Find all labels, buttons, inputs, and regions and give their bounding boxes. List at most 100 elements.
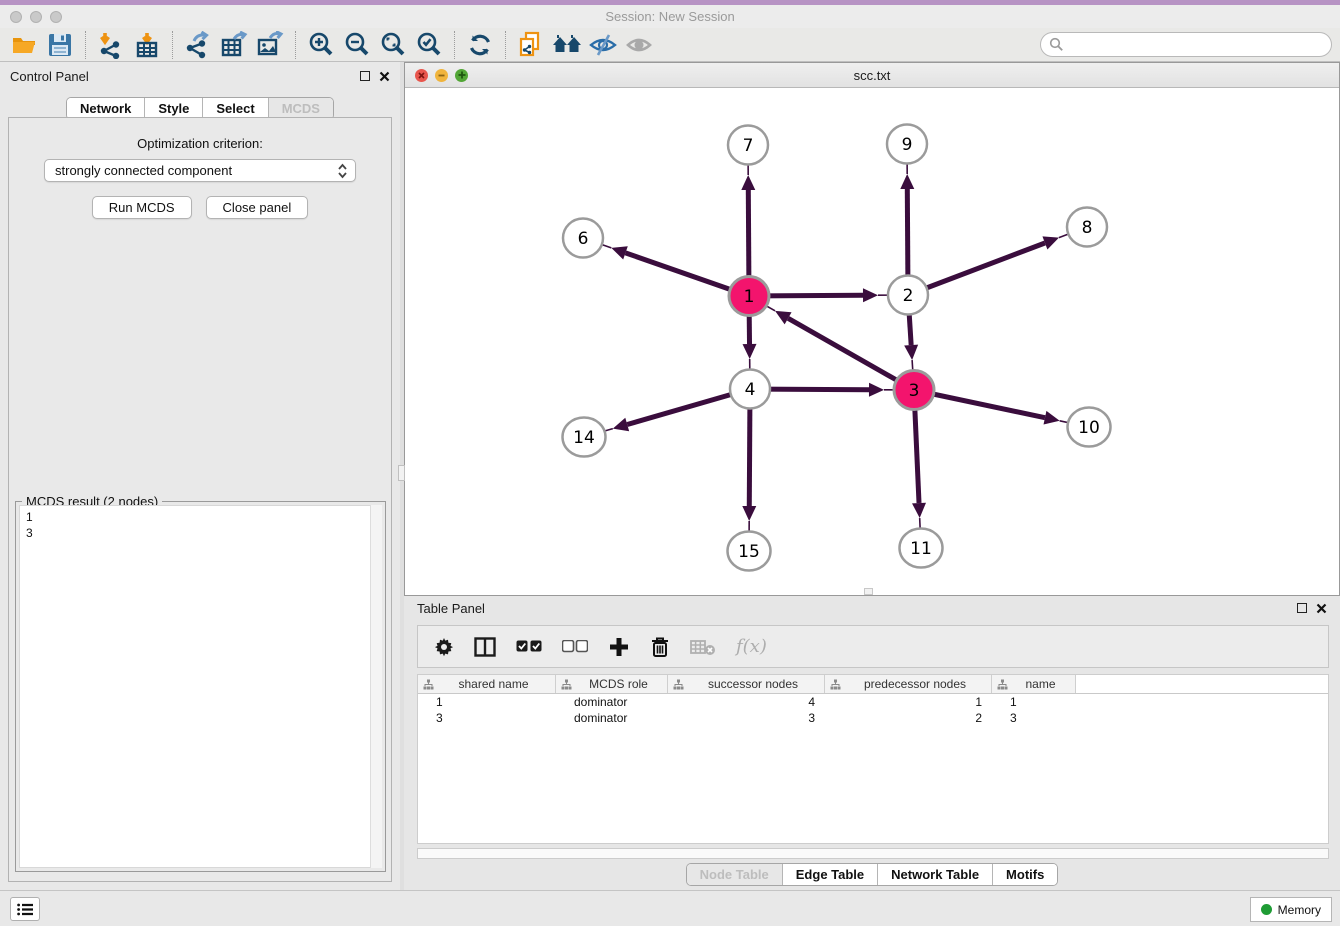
column-header-successor-nodes[interactable]: successor nodes [668,675,825,693]
edge-1-6[interactable] [583,238,749,296]
svg-text:15: 15 [738,542,760,562]
svg-text:11: 11 [910,539,932,559]
edge-3-1[interactable] [749,296,914,390]
tab-network-table[interactable]: Network Table [878,864,993,885]
svg-text:2: 2 [903,286,914,306]
cell-shared-name[interactable]: 1 [418,694,556,710]
show-columns-icon[interactable] [474,637,496,657]
export-network-icon[interactable] [180,29,216,61]
column-header-name[interactable]: name [992,675,1076,693]
cell-name[interactable]: 1 [992,694,1076,710]
result-scrollbar[interactable] [370,505,382,868]
graph-node-9[interactable]: 9 [887,125,927,164]
table-splitter-handle[interactable] [864,588,873,595]
cell-successor-nodes[interactable]: 3 [668,710,825,726]
optimization-criterion-select[interactable]: strongly connected component [44,159,356,182]
close-panel-button[interactable]: Close panel [206,196,309,219]
tab-select[interactable]: Select [203,98,268,119]
mcds-panel: Optimization criterion: strongly connect… [8,117,392,882]
open-session-icon[interactable] [6,29,42,61]
edge-1-7[interactable] [741,145,755,296]
memory-status-icon [1261,904,1272,915]
cell-successor-nodes[interactable]: 4 [668,694,825,710]
add-column-icon[interactable] [608,636,630,658]
zoom-fit-icon[interactable] [375,29,411,61]
svg-text:7: 7 [743,136,754,156]
column-label: successor nodes [690,677,824,691]
export-image-icon[interactable] [252,29,288,61]
table-options-gear-icon[interactable] [434,637,454,657]
zoom-selected-icon[interactable] [411,29,447,61]
edge-4-15[interactable] [742,389,756,551]
panel-splitter-handle[interactable] [398,465,405,481]
graph-node-10[interactable]: 10 [1068,408,1111,447]
table-horizontal-scrollbar[interactable] [417,848,1329,859]
edge-1-2[interactable] [749,288,908,302]
cell-predecessor-nodes[interactable]: 1 [825,694,992,710]
deselect-all-rows-icon[interactable] [562,640,588,653]
tab-network[interactable]: Network [67,98,145,119]
hide-selected-eye-icon[interactable] [585,29,621,61]
zoom-out-icon[interactable] [339,29,375,61]
cell-name[interactable]: 3 [992,710,1076,726]
control-panel: Control Panel NetworkStyleSelectMCDS Opt… [0,62,400,890]
edge-3-10[interactable] [914,390,1089,427]
cell-shared-name[interactable]: 3 [418,710,556,726]
window-titlebar: Session: New Session [0,5,1340,28]
graph-node-7[interactable]: 7 [728,126,768,165]
graph-node-4[interactable]: 4 [730,370,770,409]
delete-columns-trash-icon[interactable] [650,636,670,658]
tab-mcds[interactable]: MCDS [269,98,333,119]
column-header-predecessor-nodes[interactable]: predecessor nodes [825,675,992,693]
graph-node-2[interactable]: 2 [888,276,928,315]
save-session-icon[interactable] [42,29,78,61]
table-row[interactable]: 3dominator323 [418,710,1328,726]
tab-motifs[interactable]: Motifs [993,864,1057,885]
graph-node-14[interactable]: 14 [563,418,606,457]
edge-4-14[interactable] [584,389,750,437]
graph-node-15[interactable]: 15 [728,532,771,571]
edge-3-11[interactable] [912,390,926,548]
export-table-icon[interactable] [216,29,252,61]
cell-MCDS-role[interactable]: dominator [556,710,668,726]
function-builder-icon[interactable]: f(x) [736,636,767,657]
import-network-icon[interactable] [93,29,129,61]
show-selected-eye-icon[interactable] [621,29,657,61]
select-all-rows-icon[interactable] [516,640,542,653]
close-table-panel-icon[interactable] [1316,603,1327,614]
home-layout-icon[interactable] [549,29,585,61]
import-table-icon[interactable] [129,29,165,61]
memory-button[interactable]: Memory [1250,897,1332,922]
clone-network-icon[interactable] [513,29,549,61]
cell-predecessor-nodes[interactable]: 2 [825,710,992,726]
toolbar-separator [172,31,173,59]
graph-node-3[interactable]: 3 [894,371,934,410]
column-header-shared-name[interactable]: shared name [418,675,556,693]
edge-2-8[interactable] [908,227,1087,295]
column-header-MCDS-role[interactable]: MCDS role [556,675,668,693]
task-history-button[interactable] [10,897,40,921]
graph-node-11[interactable]: 11 [900,529,943,568]
table-tabs: Node TableEdge TableNetwork TableMotifs [404,863,1340,886]
table-row[interactable]: 1dominator411 [418,694,1328,710]
tab-edge-table[interactable]: Edge Table [783,864,878,885]
mcds-result-text[interactable]: 1 3 [19,505,382,868]
network-graph: 7 9 6 8 1 2 4 3 14 10 15 11 [405,88,1339,595]
graph-node-1[interactable]: 1 [729,277,769,316]
edge-4-3[interactable] [750,383,914,397]
graph-node-8[interactable]: 8 [1067,208,1107,247]
network-canvas[interactable]: 7 9 6 8 1 2 4 3 14 10 15 11 [405,88,1339,595]
graph-node-6[interactable]: 6 [563,219,603,258]
float-panel-icon[interactable] [360,71,370,81]
zoom-in-icon[interactable] [303,29,339,61]
tab-node-table[interactable]: Node Table [687,864,783,885]
run-mcds-button[interactable]: Run MCDS [92,196,192,219]
delete-table-icon[interactable] [690,638,716,656]
refresh-layout-icon[interactable] [462,29,498,61]
cell-MCDS-role[interactable]: dominator [556,694,668,710]
float-table-panel-icon[interactable] [1297,603,1307,613]
edge-2-9[interactable] [900,144,914,295]
tab-style[interactable]: Style [145,98,203,119]
search-input[interactable] [1040,32,1332,57]
close-panel-icon[interactable] [379,71,390,82]
